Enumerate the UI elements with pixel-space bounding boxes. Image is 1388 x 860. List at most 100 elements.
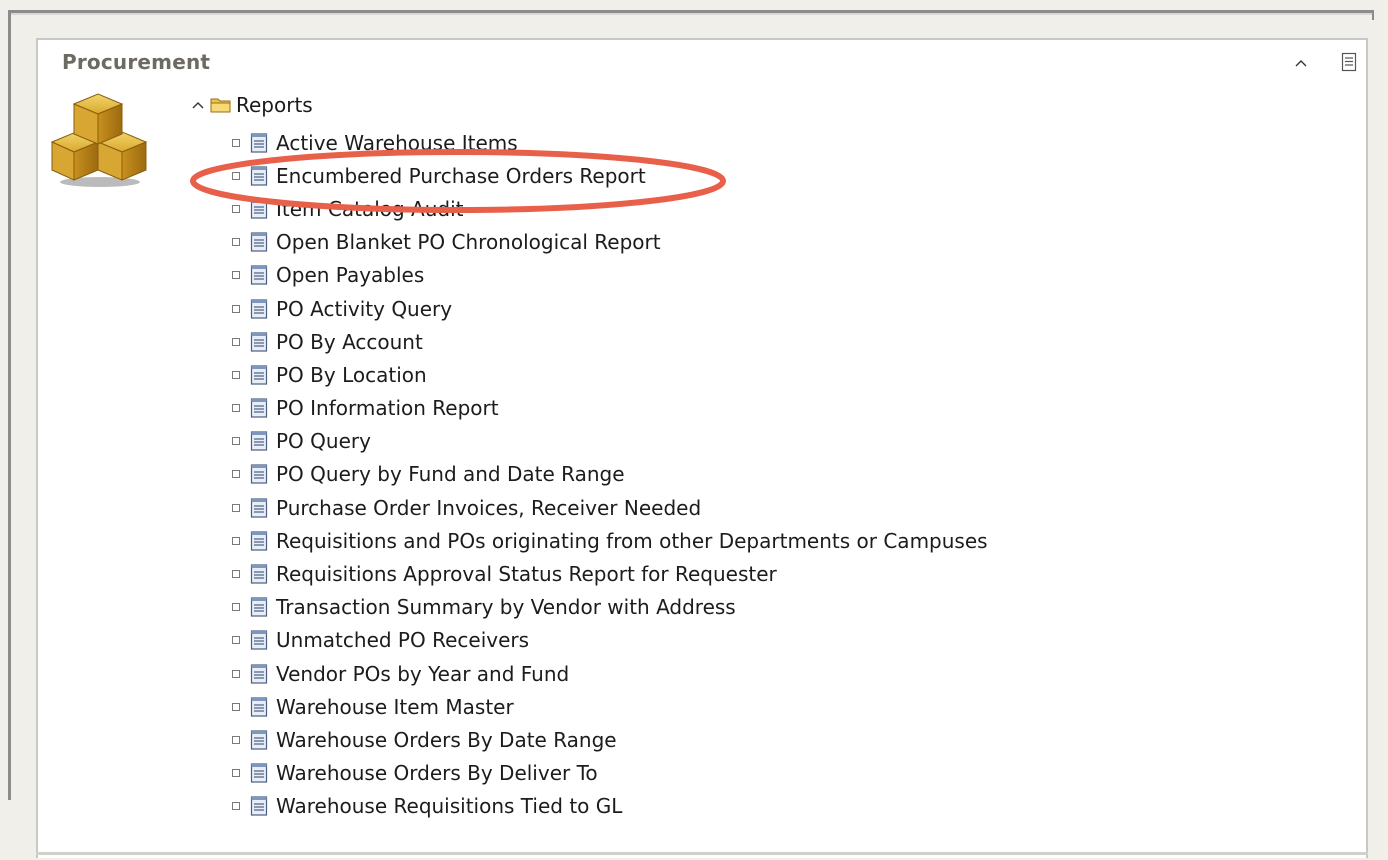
report-document-icon [250, 398, 268, 418]
tree-leaf-bullet [232, 503, 240, 512]
report-item-7[interactable]: PO By Location [232, 358, 988, 391]
panel-title: Procurement [62, 50, 211, 74]
panel-header: Procurement [38, 40, 1366, 82]
tree-leaf-bullet [232, 702, 240, 711]
chevron-up-icon [1295, 60, 1307, 67]
report-item-16[interactable]: Vendor POs by Year and Fund [232, 657, 988, 690]
tree-leaf-bullet [232, 404, 240, 413]
report-document-icon [250, 199, 268, 219]
report-item-label: Vendor POs by Year and Fund [276, 661, 570, 686]
report-item-1[interactable]: Encumbered Purchase Orders Report [232, 159, 988, 192]
report-item-17[interactable]: Warehouse Item Master [232, 690, 988, 723]
tree-leaf-bullet [232, 238, 240, 247]
report-document-icon [250, 464, 268, 485]
tree-leaf-bullet [232, 570, 240, 579]
report-item-11[interactable]: Purchase Order Invoices, Receiver Needed [232, 491, 988, 524]
tree-leaf-bullet [232, 636, 240, 645]
panel-bottom-border [36, 852, 1368, 855]
report-item-18[interactable]: Warehouse Orders By Date Range [232, 723, 988, 756]
tree-leaf-bullet [232, 437, 240, 446]
report-document-icon [250, 365, 268, 385]
report-document-icon [250, 332, 268, 352]
report-document-icon [250, 796, 268, 816]
frame-top-border-inner [11, 13, 1374, 15]
report-document-icon [250, 630, 268, 651]
report-list: Active Warehouse Items Encumbered Purcha… [232, 126, 988, 823]
tree-leaf-bullet [232, 536, 240, 545]
report-item-label: Transaction Summary by Vendor with Addre… [276, 595, 736, 620]
report-item-14[interactable]: Transaction Summary by Vendor with Addre… [232, 591, 988, 624]
folder-icon [210, 98, 231, 113]
report-document-icon [250, 531, 268, 551]
report-item-label: Requisitions and POs originating from ot… [276, 528, 988, 553]
report-item-9[interactable]: PO Query [232, 425, 988, 458]
report-item-2[interactable]: Item Catalog Audit [232, 192, 988, 225]
chevron-up-icon[interactable] [190, 97, 206, 113]
report-document-icon [250, 763, 268, 783]
report-document-icon [250, 132, 268, 153]
report-item-label: Open Payables [276, 263, 425, 288]
tree-leaf-bullet [232, 304, 240, 313]
tree-leaf-bullet [232, 337, 240, 346]
report-document-icon [250, 431, 268, 451]
report-item-label: Warehouse Item Master [276, 694, 514, 719]
report-item-15[interactable]: Unmatched PO Receivers [232, 624, 988, 657]
tree-root-label: Reports [236, 93, 313, 117]
report-item-6[interactable]: PO By Account [232, 325, 988, 358]
tree-leaf-bullet [232, 138, 240, 147]
report-document-icon [250, 166, 268, 186]
tree-leaf-bullet [232, 669, 240, 678]
report-document-icon [250, 697, 268, 717]
tree-leaf-bullet [232, 603, 240, 612]
report-item-5[interactable]: PO Activity Query [232, 292, 988, 325]
tree-leaf-bullet [232, 370, 240, 379]
report-item-label: Open Blanket PO Chronological Report [276, 230, 661, 255]
report-document-icon [250, 265, 268, 285]
report-item-8[interactable]: PO Information Report [232, 392, 988, 425]
collapse-panel-button[interactable] [1290, 52, 1312, 74]
report-item-label: Encumbered Purchase Orders Report [276, 163, 646, 188]
tree-leaf-bullet [232, 470, 240, 479]
procurement-panel: Procurement Reports Active Warehouse Ite… [36, 38, 1368, 858]
report-document-icon [250, 232, 268, 252]
report-item-0[interactable]: Active Warehouse Items [232, 126, 988, 159]
report-document-icon [250, 597, 268, 617]
tree-leaf-bullet [232, 171, 240, 180]
report-item-label: PO By Location [276, 362, 427, 387]
report-document-icon [250, 564, 268, 584]
report-document-icon [250, 498, 268, 518]
report-item-3[interactable]: Open Blanket PO Chronological Report [232, 226, 988, 259]
page-menu-icon [1341, 52, 1357, 72]
stacked-boxes-icon [48, 86, 152, 194]
report-item-label: Warehouse Orders By Date Range [276, 727, 617, 752]
report-item-label: Warehouse Orders By Deliver To [276, 761, 598, 786]
report-item-label: Active Warehouse Items [276, 130, 518, 155]
frame-left-border [8, 10, 11, 800]
report-item-20[interactable]: Warehouse Requisitions Tied to GL [232, 790, 988, 823]
report-item-label: PO Activity Query [276, 296, 453, 321]
tree-leaf-bullet [232, 769, 240, 778]
tree-leaf-bullet [232, 271, 240, 280]
report-item-12[interactable]: Requisitions and POs originating from ot… [232, 524, 988, 557]
report-item-13[interactable]: Requisitions Approval Status Report for … [232, 557, 988, 590]
report-item-label: PO Query [276, 429, 371, 454]
report-item-label: Warehouse Requisitions Tied to GL [276, 794, 623, 819]
report-item-10[interactable]: PO Query by Fund and Date Range [232, 458, 988, 491]
report-document-icon [250, 298, 268, 319]
report-item-4[interactable]: Open Payables [232, 259, 988, 292]
frame-right-border [1372, 10, 1374, 20]
report-item-label: Purchase Order Invoices, Receiver Needed [276, 495, 702, 520]
report-item-label: Unmatched PO Receivers [276, 628, 530, 653]
report-item-label: PO By Account [276, 329, 423, 354]
tree-leaf-bullet [232, 802, 240, 811]
report-item-label: PO Information Report [276, 396, 499, 421]
report-item-label: Requisitions Approval Status Report for … [276, 562, 777, 587]
report-item-19[interactable]: Warehouse Orders By Deliver To [232, 757, 988, 790]
tree-leaf-bullet [232, 735, 240, 744]
report-item-label: PO Query by Fund and Date Range [276, 462, 625, 487]
tree-leaf-bullet [232, 204, 240, 213]
panel-menu-button[interactable] [1338, 50, 1360, 74]
report-item-label: Item Catalog Audit [276, 196, 464, 221]
report-document-icon [250, 730, 268, 750]
tree-root-reports[interactable]: Reports [190, 90, 313, 120]
